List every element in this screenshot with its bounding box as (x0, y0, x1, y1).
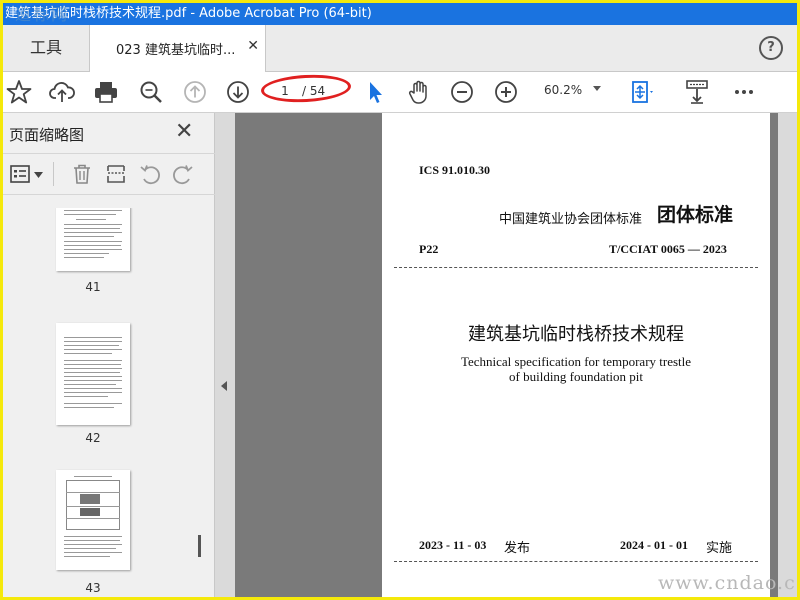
main-toolbar: 1 / 54 60.2% (3, 72, 797, 113)
thumbnail-page-number: 43 (85, 581, 101, 595)
header-rule (394, 267, 758, 268)
trash-icon[interactable] (70, 162, 94, 186)
thumbnail-page[interactable] (56, 208, 130, 271)
document-title-en-1: Technical specification for temporary tr… (460, 354, 692, 369)
zoom-out-icon[interactable] (448, 78, 476, 106)
scrollbar-thumb[interactable] (198, 535, 201, 557)
thumbnail-list: 41 42 43 (3, 208, 191, 597)
footer-rule (394, 561, 758, 562)
effective-label: 实施 (706, 541, 733, 556)
star-icon[interactable] (5, 78, 33, 106)
publish-label: 发布 (504, 541, 531, 556)
zoom-level[interactable]: 60.2% (544, 83, 582, 97)
chevron-down-icon[interactable] (34, 172, 43, 178)
extract-pages-icon[interactable] (104, 162, 128, 186)
page-thumbnails-panel: 页面缩略图 ✕ 41 42 43 (3, 113, 215, 597)
help-icon[interactable]: ? (759, 36, 783, 60)
p-code: P22 (419, 242, 439, 256)
document-view: ICS 91.010.30 中国建筑业协会团体标准 团体标准 P22 T/CCI… (215, 113, 797, 597)
thumbnail-page-number: 42 (85, 431, 101, 445)
hand-icon[interactable] (405, 78, 433, 106)
close-tab-icon[interactable]: ✕ (247, 38, 259, 54)
document-tab-label: 023 建筑基坑临时... (116, 43, 236, 58)
print-icon[interactable] (92, 78, 120, 106)
panel-title: 页面缩略图 (9, 126, 85, 144)
select-pointer-icon[interactable] (361, 78, 389, 106)
pdf-page: ICS 91.010.30 中国建筑业协会团体标准 团体标准 P22 T/CCI… (382, 113, 770, 597)
standard-code: T/CCIAT 0065 — 2023 (609, 242, 727, 256)
zoom-in-icon[interactable] (492, 78, 520, 106)
fit-page-icon[interactable] (628, 78, 656, 106)
page-up-icon[interactable] (181, 78, 209, 106)
tab-document[interactable]: 023 建筑基坑临时... ✕ (89, 25, 266, 72)
thumbnail-page[interactable] (56, 470, 130, 570)
effective-date: 2024 - 01 - 01 (620, 538, 688, 552)
toolbar-divider (53, 162, 54, 186)
document-title-cn: 建筑基坑临时栈桥技术规程 (468, 324, 684, 345)
association-name: 中国建筑业协会团体标准 (499, 212, 643, 227)
thumbnail-scrollbar[interactable] (193, 208, 207, 597)
thumbnail-page[interactable] (56, 323, 130, 425)
zoom-search-icon[interactable] (137, 78, 165, 106)
site-watermark: 道标网 (15, 5, 70, 24)
standard-type: 团体标准 (657, 204, 734, 226)
red-highlight-annotation (260, 72, 352, 105)
rotate-cw-icon[interactable] (171, 162, 195, 186)
publish-date: 2023 - 11 - 03 (419, 538, 487, 552)
tab-bar: 工具 023 建筑基坑临时... ✕ ? (3, 25, 797, 72)
options-menu-icon[interactable] (9, 163, 31, 185)
scroll-mode-icon[interactable] (683, 78, 711, 106)
more-icon[interactable] (730, 78, 758, 106)
rotate-ccw-icon[interactable] (138, 162, 162, 186)
thumbnail-page-number: 41 (85, 280, 101, 294)
window-title-bar: 建筑基坑临时栈桥技术规程.pdf - Adobe Acrobat Pro (64… (3, 3, 797, 25)
document-title-en-2: of building foundation pit (509, 369, 643, 384)
thumbnail-toolbar (3, 153, 215, 195)
collapse-panel-icon[interactable] (221, 381, 227, 391)
cloud-upload-icon[interactable] (48, 78, 76, 106)
zoom-dropdown-arrow[interactable] (593, 86, 601, 91)
close-panel-icon[interactable]: ✕ (175, 119, 193, 144)
site-watermark-url: www.cndao.c (658, 572, 796, 594)
acrobat-window: 建筑基坑临时栈桥技术规程.pdf - Adobe Acrobat Pro (64… (3, 3, 797, 597)
page-down-icon[interactable] (224, 78, 252, 106)
tab-tools[interactable]: 工具 (3, 25, 89, 71)
ics-code: ICS 91.010.30 (419, 163, 491, 177)
